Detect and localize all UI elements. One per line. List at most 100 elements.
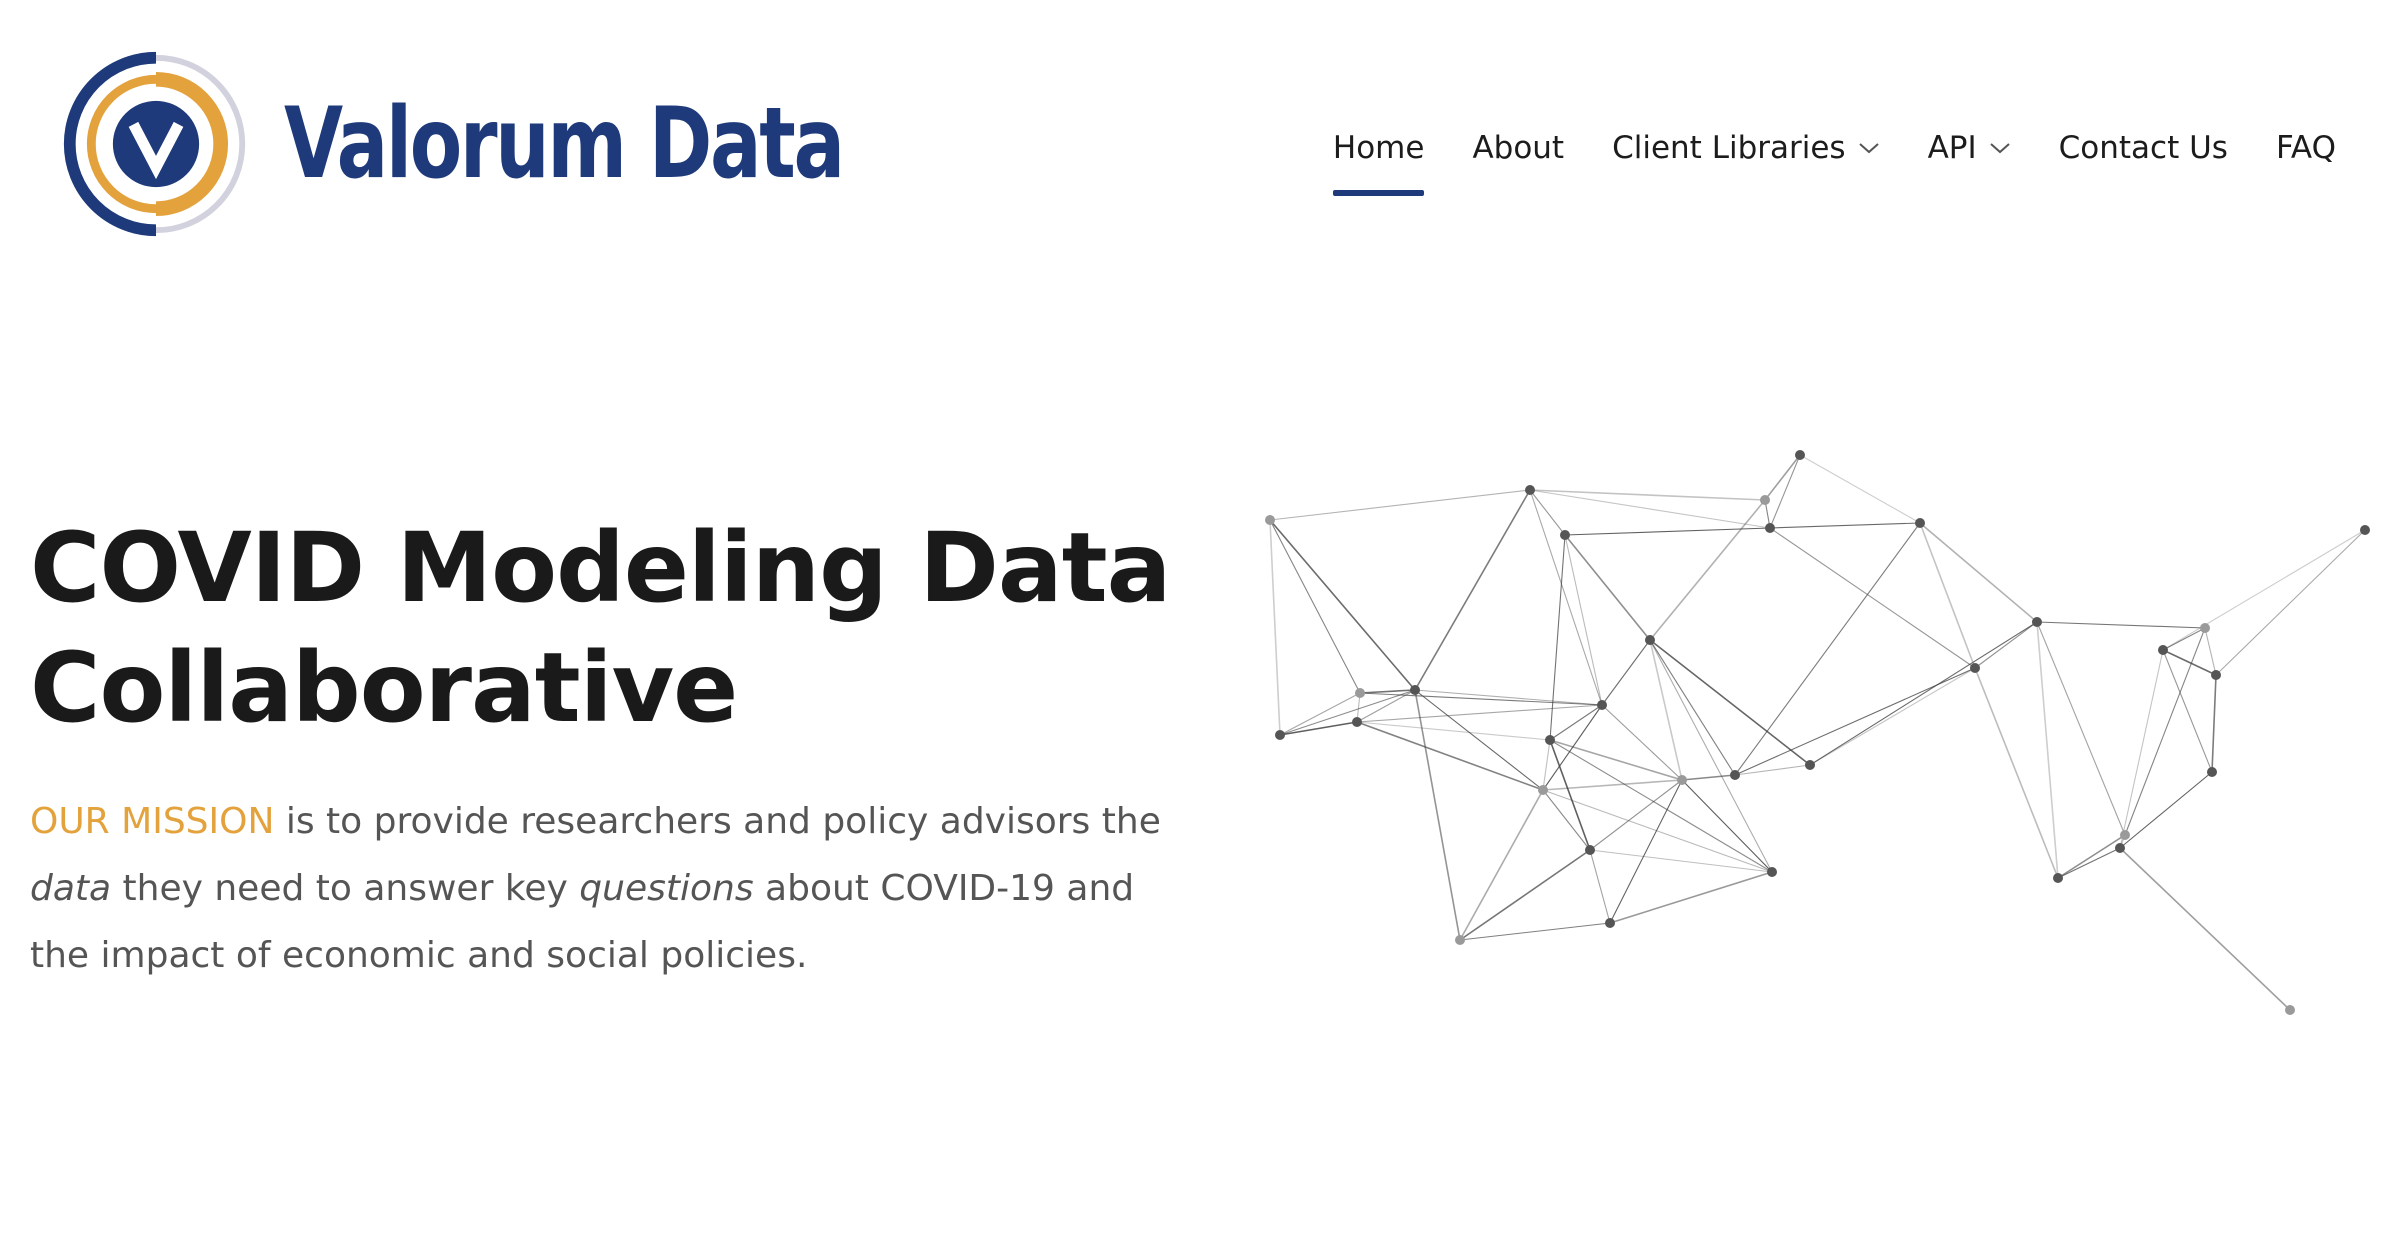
network-link xyxy=(1649,499,1766,641)
network-node xyxy=(2120,830,2130,840)
network-link xyxy=(1414,689,1461,941)
network-link xyxy=(1542,779,1683,791)
network-node xyxy=(1605,918,1615,928)
network-link xyxy=(1459,922,1611,941)
hero-title-line-1: COVID Modeling Data xyxy=(30,512,1171,624)
network-link xyxy=(2211,674,2217,773)
network-node xyxy=(2200,623,2210,633)
network-link xyxy=(2162,649,2213,773)
network-node xyxy=(1760,495,1770,505)
network-link xyxy=(1601,639,1651,706)
network-link xyxy=(1459,849,1591,941)
network-link xyxy=(1769,527,1976,669)
network-node xyxy=(1677,775,1687,785)
mission-emphasis-questions: questions xyxy=(579,868,754,909)
network-link xyxy=(1589,849,1773,873)
network-link xyxy=(2204,627,2217,676)
network-link xyxy=(2036,621,2059,879)
network-node xyxy=(1455,935,1465,945)
hero-title: COVID Modeling Data Collaborative xyxy=(30,508,1171,748)
network-link xyxy=(1649,639,1736,776)
network-link xyxy=(1764,454,1801,501)
network-link xyxy=(1564,534,1603,706)
network-link xyxy=(1542,739,1551,791)
network-link xyxy=(1356,704,1603,723)
network-link xyxy=(1919,522,2038,623)
network-link xyxy=(1974,621,2038,669)
network-link xyxy=(1279,689,1416,736)
network-link xyxy=(1769,454,1801,529)
network-link xyxy=(1529,489,1603,706)
chevron-down-icon xyxy=(1989,143,2010,154)
network-link xyxy=(1609,871,1773,924)
network-node xyxy=(1410,685,1420,695)
network-link xyxy=(1529,489,1566,536)
network-link xyxy=(1459,789,1544,941)
network-node xyxy=(1970,663,1980,673)
network-node xyxy=(2360,525,2370,535)
network-node xyxy=(1355,688,1365,698)
site-header: Valorum Data Home About Client Libraries… xyxy=(0,0,2398,300)
network-node xyxy=(1525,485,1535,495)
network-link xyxy=(1809,667,1976,766)
network-links xyxy=(1269,454,2366,1011)
network-link xyxy=(1356,721,1544,791)
network-link xyxy=(1919,522,1976,669)
network-link xyxy=(2057,847,2121,879)
network-link xyxy=(2057,834,2126,879)
network-node xyxy=(1352,717,1362,727)
mission-lead: OUR MISSION xyxy=(30,801,275,842)
network-link xyxy=(1356,721,1551,741)
network-link xyxy=(1809,621,2038,766)
network-node xyxy=(1765,523,1775,533)
network-node xyxy=(1585,845,1595,855)
network-link xyxy=(1974,667,2059,879)
network-link xyxy=(1601,704,1683,781)
chevron-down-icon xyxy=(1858,143,1879,154)
network-node xyxy=(2285,1005,2295,1015)
network-node xyxy=(2053,873,2063,883)
network-link xyxy=(1609,779,1683,924)
hero-title-line-2: Collaborative xyxy=(30,632,738,744)
network-node xyxy=(1265,515,1275,525)
network-link xyxy=(1681,774,1736,781)
network-node xyxy=(1597,700,1607,710)
network-link xyxy=(1414,689,1544,791)
network-node xyxy=(1538,785,1548,795)
network-node xyxy=(2115,843,2125,853)
network-node xyxy=(2211,670,2221,680)
network-node xyxy=(1645,635,1655,645)
network-link xyxy=(1769,522,1921,529)
nav-client-libraries[interactable]: Client Libraries xyxy=(1612,124,1879,172)
network-node xyxy=(1730,770,1740,780)
network-link xyxy=(1649,639,1773,873)
network-node xyxy=(1805,760,1815,770)
network-link xyxy=(2162,529,2366,651)
brand-name: Valorum Data xyxy=(284,87,845,201)
network-link xyxy=(2215,529,2366,676)
network-node xyxy=(2207,767,2217,777)
mission-statement: OUR MISSION is to provide researchers an… xyxy=(30,788,1170,989)
network-link xyxy=(1269,519,1281,736)
nav-contact-us[interactable]: Contact Us xyxy=(2059,124,2228,172)
network-node xyxy=(2032,617,2042,627)
network-node xyxy=(1560,530,1570,540)
nav-api[interactable]: API xyxy=(1928,124,2011,172)
network-link xyxy=(1799,454,1921,524)
logo-link[interactable]: Valorum Data xyxy=(58,46,1000,242)
network-link xyxy=(1414,489,1531,691)
nav-about[interactable]: About xyxy=(1472,124,1564,172)
network-link xyxy=(2119,847,2291,1011)
network-link xyxy=(1734,522,1921,776)
network-link xyxy=(1542,789,1591,851)
nav-faq[interactable]: FAQ xyxy=(2276,124,2336,172)
network-link xyxy=(1564,534,1651,641)
nav-home[interactable]: Home xyxy=(1332,124,1424,196)
network-link xyxy=(1549,534,1566,741)
network-nodes xyxy=(1265,450,2370,1015)
network-node xyxy=(1767,867,1777,877)
network-link xyxy=(1269,489,1531,521)
network-link xyxy=(1549,704,1603,741)
mission-emphasis-data: data xyxy=(30,868,112,909)
network-node xyxy=(1275,730,1285,740)
